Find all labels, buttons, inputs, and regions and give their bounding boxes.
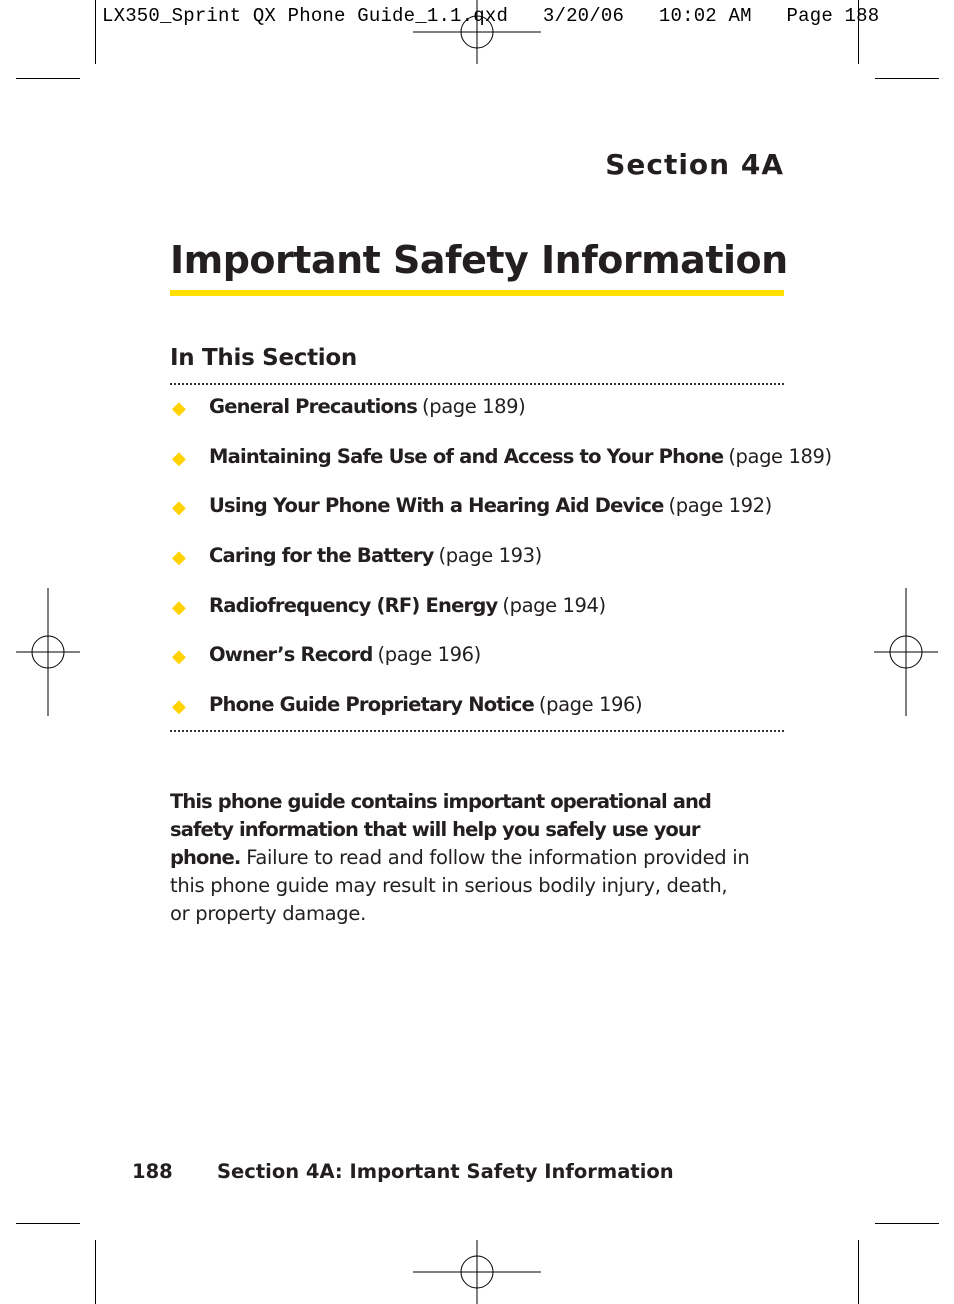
crop-mark xyxy=(16,78,80,79)
diamond-bullet-icon: ◆ xyxy=(172,398,186,419)
section-toc: ◆ General Precautions (page 189) ◆ Maintain… xyxy=(170,395,832,743)
crop-mark xyxy=(875,78,939,79)
toc-item-title: General Precautions xyxy=(209,395,418,418)
toc-item[interactable]: ◆ General Precautions (page 189) xyxy=(170,395,832,445)
toc-item[interactable]: ◆ Maintaining Safe Use of and Access to Y… xyxy=(170,445,832,495)
diamond-bullet-icon: ◆ xyxy=(172,497,186,519)
toc-item-page: (page 196) xyxy=(377,643,482,667)
toc-item-title: Using Your Phone With a Hearing Aid Devi… xyxy=(209,494,664,518)
page-number: 188 xyxy=(132,1160,173,1183)
toc-item-title: Radiofrequency (RF) Energy xyxy=(209,593,498,617)
registration-mark-right xyxy=(874,588,938,716)
toc-item-title: Maintaining Safe Use of and Access to Yo… xyxy=(209,444,724,468)
toc-item[interactable]: ◆ Caring for the Battery (page 193) xyxy=(170,544,832,594)
intro-paragraph: This phone guide contains important oper… xyxy=(170,788,750,928)
in-this-section-heading: In This Section xyxy=(170,345,357,371)
dotted-divider xyxy=(170,383,784,385)
crop-mark xyxy=(875,1223,939,1224)
toc-item[interactable]: ◆ Using Your Phone With a Hearing Aid Dev… xyxy=(170,494,832,544)
registration-mark-top xyxy=(413,0,541,64)
running-footer-title: Section 4A: Important Safety Information xyxy=(217,1160,674,1183)
crop-mark xyxy=(95,0,96,64)
registration-mark-bottom xyxy=(413,1240,541,1304)
crop-mark xyxy=(95,1240,96,1304)
toc-item-page: (page 196) xyxy=(538,693,643,717)
diamond-bullet-icon: ◆ xyxy=(172,547,186,569)
toc-item[interactable]: ◆ Radiofrequency (RF) Energy (page 194) xyxy=(170,594,832,644)
title-underline xyxy=(170,290,784,296)
crop-mark xyxy=(16,1223,80,1224)
diamond-bullet-icon: ◆ xyxy=(172,447,186,469)
intro-normal-text: Failure to read and follow the informati… xyxy=(170,846,750,925)
registration-mark-left xyxy=(16,588,80,716)
diamond-bullet-icon: ◆ xyxy=(172,596,186,618)
toc-item-page: (page 189) xyxy=(422,395,526,418)
toc-item-page: (page 193) xyxy=(438,544,543,568)
toc-item-page: (page 192) xyxy=(668,494,773,518)
toc-item-title: Owner’s Record xyxy=(209,643,373,667)
crop-mark xyxy=(858,1240,859,1304)
toc-item[interactable]: ◆ Owner’s Record (page 196) xyxy=(170,643,832,693)
page-title: Important Safety Information xyxy=(170,238,788,282)
diamond-bullet-icon: ◆ xyxy=(172,696,186,718)
crop-mark xyxy=(858,0,859,64)
diamond-bullet-icon: ◆ xyxy=(172,646,186,668)
toc-item[interactable]: ◆ Phone Guide Proprietary Notice (page 196… xyxy=(170,693,832,743)
toc-item-page: (page 189) xyxy=(728,444,832,468)
toc-item-title: Caring for the Battery xyxy=(209,544,434,568)
toc-item-page: (page 194) xyxy=(502,593,606,617)
section-label: Section 4A xyxy=(605,148,784,181)
toc-item-title: Phone Guide Proprietary Notice xyxy=(209,693,535,717)
dotted-divider xyxy=(170,730,784,732)
